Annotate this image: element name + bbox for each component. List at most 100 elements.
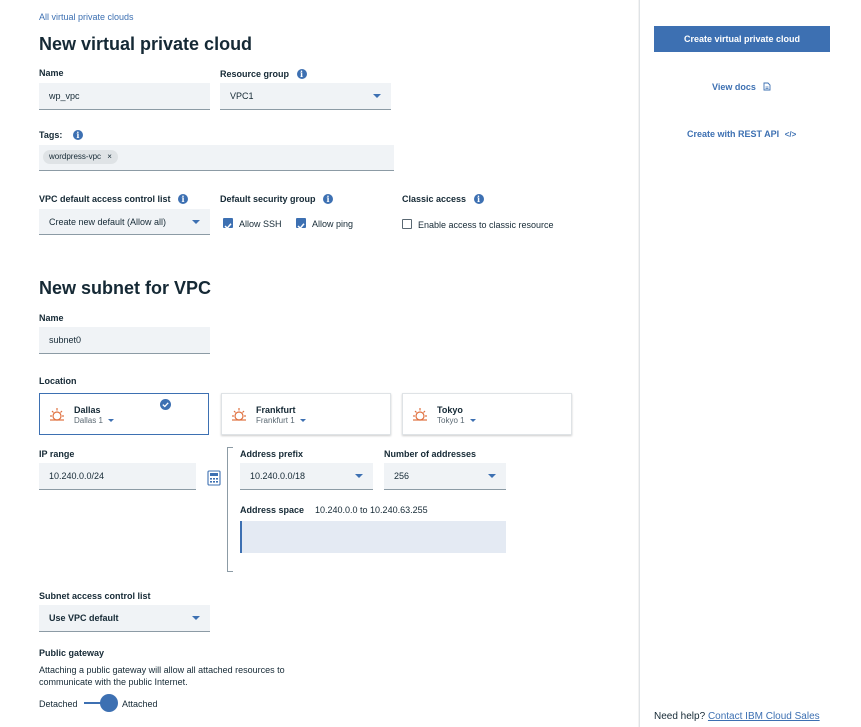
- create-vpc-button[interactable]: Create virtual private cloud: [654, 26, 830, 52]
- page-title: New virtual private cloud: [39, 34, 253, 54]
- subnet-acl-select[interactable]: Use VPC default: [39, 605, 210, 632]
- location-tile-frankfurt[interactable]: Frankfurt Frankfurt 1: [221, 393, 391, 435]
- ip-range-label: IP range: [39, 449, 75, 459]
- view-docs-link[interactable]: View docs: [712, 82, 771, 92]
- tags-label: Tags: i: [39, 130, 83, 140]
- location-city: Tokyo: [437, 405, 463, 415]
- subnet-name-value: subnet0: [49, 335, 82, 345]
- info-icon[interactable]: i: [296, 69, 307, 79]
- classic-access-label: Classic access i: [402, 194, 484, 204]
- summary-sidebar: [639, 0, 861, 727]
- tags-input[interactable]: wordpress-vpc ×: [39, 145, 394, 171]
- location-zone-select[interactable]: Dallas 1: [74, 416, 114, 425]
- subnet-name-input[interactable]: subnet0: [39, 327, 210, 354]
- help-prefix: Need help?: [654, 711, 706, 722]
- classic-access-label-text: Classic access: [402, 194, 467, 204]
- num-addresses-value: 256: [394, 471, 410, 481]
- subnet-name-label: Name: [39, 313, 64, 323]
- chevron-down-icon: [355, 474, 363, 478]
- num-addresses-select[interactable]: 256: [384, 463, 506, 490]
- toggle-knob: [100, 694, 118, 712]
- location-zone-value: Dallas 1: [74, 416, 103, 425]
- tag-chip-label: wordpress-vpc: [49, 152, 102, 161]
- chevron-down-icon: [107, 419, 114, 423]
- ip-range-input[interactable]: 10.240.0.0/24: [39, 463, 196, 490]
- sun-location-icon: [50, 408, 64, 421]
- location-label: Location: [39, 376, 77, 386]
- vpc-name-value: wp_vpc: [49, 91, 80, 101]
- classic-access-option-label: Enable access to classic resource: [418, 220, 554, 230]
- sun-location-icon: [413, 408, 427, 421]
- location-zone-value: Frankfurt 1: [256, 416, 295, 425]
- address-space-label: Address space: [240, 505, 305, 515]
- checkmark-icon: [297, 223, 305, 230]
- public-gateway-toggle[interactable]: [84, 694, 118, 712]
- address-prefix-label: Address prefix: [240, 449, 304, 459]
- location-tile-dallas[interactable]: Dallas Dallas 1: [39, 393, 209, 435]
- calculator-icon[interactable]: [207, 470, 221, 486]
- address-prefix-value: 10.240.0.0/18: [250, 471, 306, 481]
- rest-api-link[interactable]: Create with REST API </>: [687, 129, 796, 139]
- info-icon[interactable]: i: [473, 194, 484, 204]
- help-footer: Need help? Contact IBM Cloud Sales: [654, 711, 820, 722]
- info-icon[interactable]: i: [178, 194, 189, 204]
- chevron-down-icon: [299, 419, 306, 423]
- toggle-on-label: Attached: [122, 699, 158, 709]
- chevron-down-icon: [469, 419, 476, 423]
- rest-api-label: Create with REST API: [687, 129, 780, 139]
- vpc-name-label: Name: [39, 68, 64, 78]
- allow-ssh-checkbox[interactable]: [223, 218, 233, 230]
- code-icon: </>: [784, 130, 797, 139]
- chevron-down-icon: [192, 219, 200, 224]
- subnet-acl-value: Use VPC default: [49, 613, 119, 623]
- breadcrumb[interactable]: All virtual private clouds: [39, 12, 134, 22]
- info-icon[interactable]: i: [72, 130, 83, 140]
- vpc-acl-label: VPC default access control list i: [39, 194, 189, 204]
- resource-group-label: Resource group i: [220, 69, 307, 79]
- resource-group-value: VPC1: [230, 91, 254, 101]
- close-icon[interactable]: ×: [107, 152, 112, 161]
- tags-label-text: Tags:: [39, 130, 63, 140]
- ip-range-bracket: [227, 447, 233, 572]
- resource-group-select[interactable]: VPC1: [220, 83, 391, 110]
- location-zone-select[interactable]: Tokyo 1: [437, 416, 476, 425]
- location-zone-select[interactable]: Frankfurt 1: [256, 416, 306, 425]
- launch-icon: [763, 82, 771, 91]
- vpc-acl-value: Create new default (Allow all): [49, 216, 167, 227]
- security-group-label: Default security group i: [220, 194, 334, 204]
- location-city: Frankfurt: [256, 405, 296, 415]
- chevron-down-icon: [192, 616, 200, 620]
- vpc-acl-select[interactable]: Create new default (Allow all): [39, 209, 210, 235]
- subnet-section-title: New subnet for VPC: [39, 278, 212, 298]
- allow-ping-checkbox[interactable]: [296, 218, 306, 230]
- public-gateway-desc-line1: Attaching a public gateway will allow al…: [39, 665, 285, 675]
- subnet-acl-label: Subnet access control list: [39, 591, 151, 601]
- security-group-label-text: Default security group: [220, 194, 316, 204]
- public-gateway-label: Public gateway: [39, 648, 105, 658]
- allow-ssh-label: Allow SSH: [239, 219, 282, 229]
- address-prefix-select[interactable]: 10.240.0.0/18: [240, 463, 373, 490]
- tag-chip: wordpress-vpc ×: [43, 150, 118, 164]
- location-zone-value: Tokyo 1: [437, 416, 465, 425]
- main-form-panel: All virtual private clouds New virtual p…: [0, 0, 638, 727]
- toggle-off-label: Detached: [39, 699, 78, 709]
- contact-sales-link[interactable]: Contact IBM Cloud Sales: [708, 711, 820, 722]
- info-icon[interactable]: i: [323, 194, 334, 204]
- view-docs-label: View docs: [712, 82, 756, 92]
- address-space-visual: [240, 521, 506, 553]
- location-tile-tokyo[interactable]: Tokyo Tokyo 1: [402, 393, 572, 435]
- vpc-acl-label-text: VPC default access control list: [39, 194, 171, 204]
- checkmark-icon: [224, 223, 232, 230]
- address-space-value: 10.240.0.0 to 10.240.63.255: [315, 505, 428, 515]
- ip-range-value: 10.240.0.0/24: [49, 471, 105, 481]
- sun-location-icon: [232, 408, 246, 421]
- allow-ping-label: Allow ping: [312, 219, 354, 229]
- checkmark-circle-icon: [160, 399, 171, 410]
- chevron-down-icon: [373, 94, 381, 98]
- vpc-name-input[interactable]: wp_vpc: [39, 83, 210, 110]
- location-city: Dallas: [74, 405, 101, 415]
- chevron-down-icon: [488, 474, 496, 478]
- num-addresses-label: Number of addresses: [384, 449, 477, 459]
- public-gateway-desc-line2: communicate with the public Internet.: [39, 677, 188, 687]
- classic-access-checkbox[interactable]: [402, 219, 412, 229]
